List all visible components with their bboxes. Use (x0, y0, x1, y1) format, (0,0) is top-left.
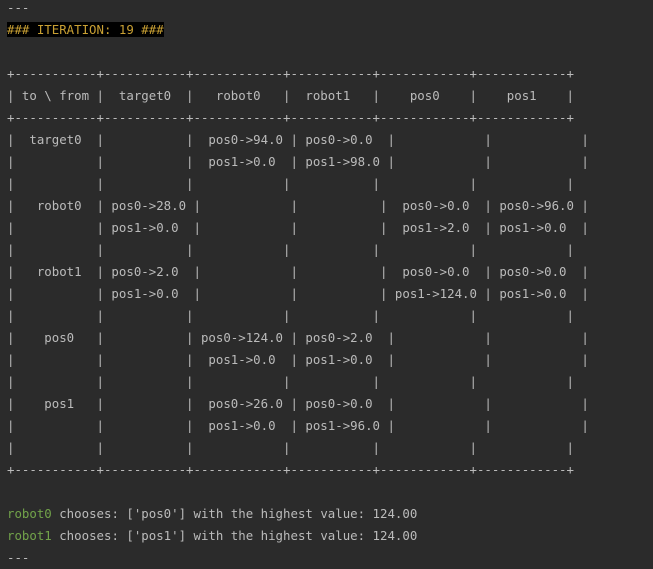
robot-name: robot0 (7, 506, 52, 521)
table-row: | target0 | | pos0->94.0 | pos0->0.0 | |… (7, 132, 589, 147)
table-row: | | pos1->0.0 | | | pos1->124.0 | pos1->… (7, 286, 589, 301)
table-row: | robot1 | pos0->2.0 | | | pos0->0.0 | p… (7, 264, 589, 279)
table-row: | | | pos1->0.0 | pos1->96.0 | | | (7, 418, 589, 433)
robot-name: robot1 (7, 528, 52, 543)
table-header-row: | to \ from | target0 | robot0 | robot1 … (7, 88, 574, 103)
table-row: | | | | | | | (7, 176, 574, 191)
terminal-output: --- ### ITERATION: 19 ### +-----------+-… (7, 0, 653, 569)
table-row: | | | pos1->0.0 | pos1->0.0 | | | (7, 352, 589, 367)
table-row: | | | | | | | (7, 308, 574, 323)
result-line-robot0: robot0 chooses: ['pos0'] with the highes… (7, 503, 653, 525)
table-row: | pos1 | | pos0->26.0 | pos0->0.0 | | | (7, 396, 589, 411)
iteration-banner: ### ITERATION: 19 ### (7, 22, 164, 37)
table-row: | robot0 | pos0->28.0 | | | pos0->0.0 | … (7, 198, 589, 213)
table-row: | | pos1->0.0 | | | pos1->2.0 | pos1->0.… (7, 220, 589, 235)
table-border-header: +-----------+-----------+------------+--… (7, 110, 574, 125)
table-row: | | | | | | | (7, 440, 574, 455)
table-border-top: +-----------+-----------+------------+--… (7, 66, 574, 81)
table-row: | | | | | | | (7, 242, 574, 257)
table-row: | | | | | | | (7, 374, 574, 389)
table-border-bottom: +-----------+-----------+------------+--… (7, 462, 574, 477)
iteration-line: ### ITERATION: 19 ### (7, 19, 653, 41)
result-text: chooses: ['pos1'] with the highest value… (51, 528, 418, 543)
separator-top: --- (7, 0, 30, 15)
table-row: | | | pos1->0.0 | pos1->98.0 | | | (7, 154, 589, 169)
table-row: | pos0 | | pos0->124.0 | pos0->2.0 | | | (7, 330, 589, 345)
separator-bottom: --- (7, 550, 30, 565)
result-text: chooses: ['pos0'] with the highest value… (51, 506, 418, 521)
